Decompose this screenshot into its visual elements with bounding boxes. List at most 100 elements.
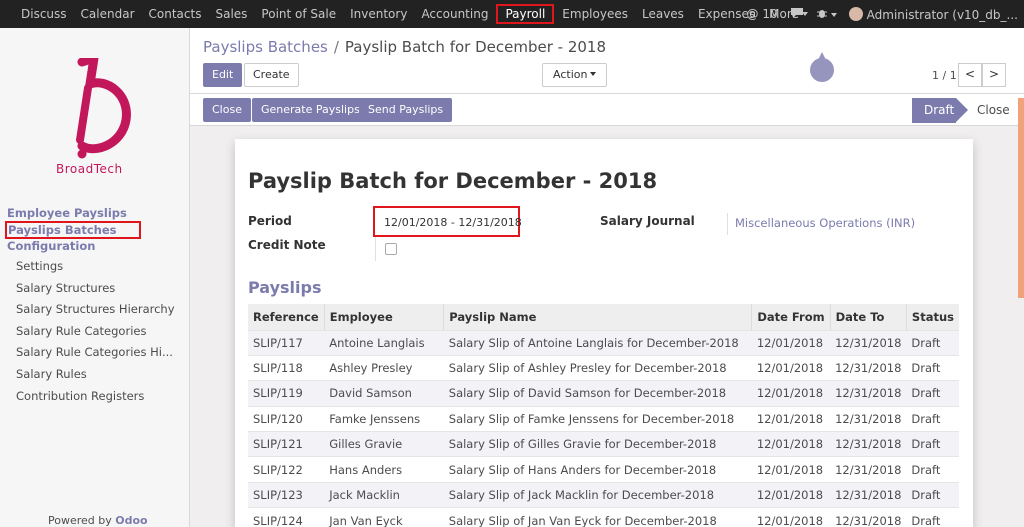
send-payslips-button[interactable]: Send Payslips <box>359 98 453 122</box>
powered-by: Powered by Odoo <box>48 514 148 527</box>
nav-discuss[interactable]: Discuss <box>14 0 74 28</box>
app-menu: Discuss Calendar Contacts Sales Point of… <box>0 0 815 28</box>
cell-date-to: 12/31/2018 <box>830 380 907 407</box>
col-employee[interactable]: Employee <box>324 304 445 330</box>
cell-reference: SLIP/121 <box>248 431 325 457</box>
avatar <box>848 6 863 21</box>
scrollbar[interactable] <box>1018 98 1024 298</box>
nav-contacts[interactable]: Contacts <box>142 0 209 28</box>
cell-payslip-name: Salary Slip of Antoine Langlais for Dece… <box>443 329 752 356</box>
pager-previous-button[interactable]: < <box>958 63 982 87</box>
cell-date-to: 12/31/2018 <box>830 329 907 356</box>
menu-payslips-batches[interactable]: Payslips Batches <box>5 221 141 239</box>
menu-employee-payslips[interactable]: Employee Payslips <box>7 206 127 220</box>
col-date-from[interactable]: Date From <box>751 304 831 330</box>
generate-payslips-button[interactable]: Generate Payslips <box>252 98 369 122</box>
table-header-row: Reference Employee Payslip Name Date Fro… <box>248 304 959 330</box>
menu-salary-rules[interactable]: Salary Rules <box>16 364 175 386</box>
table-row[interactable]: SLIP/120 Famke Jenssens Salary Slip of F… <box>248 405 959 432</box>
table-row[interactable]: SLIP/119 David Samson Salary Slip of Dav… <box>248 380 959 407</box>
table-row[interactable]: SLIP/118 Ashley Presley Salary Slip of A… <box>248 354 959 381</box>
period-field[interactable]: 12/01/2018 - 12/31/2018 <box>384 216 522 229</box>
nav-sales[interactable]: Sales <box>208 0 254 28</box>
nav-employees[interactable]: Employees <box>555 0 635 28</box>
menu-configuration[interactable]: Configuration <box>7 239 95 253</box>
col-payslip-name[interactable]: Payslip Name <box>443 304 753 330</box>
powered-by-text: Powered by <box>48 514 112 527</box>
edit-button[interactable]: Edit <box>203 63 243 87</box>
cell-reference: SLIP/119 <box>248 380 325 407</box>
configuration-submenu: Settings Salary Structures Salary Struct… <box>16 256 175 407</box>
cell-employee: Antoine Langlais <box>324 329 444 356</box>
divider <box>727 213 728 235</box>
pager-value: 1 / 1 <box>932 69 957 82</box>
cell-date-from: 12/01/2018 <box>751 405 831 432</box>
cell-date-from: 12/01/2018 <box>751 481 831 508</box>
nav-leaves[interactable]: Leaves <box>635 0 691 28</box>
cell-reference: SLIP/123 <box>248 481 325 508</box>
mentions-counter[interactable]: @ 10 <box>747 7 778 21</box>
chat-bubble-icon[interactable] <box>790 7 804 22</box>
action-dropdown[interactable]: Action <box>542 63 608 87</box>
nav-inventory[interactable]: Inventory <box>343 0 414 28</box>
cell-payslip-name: Salary Slip of Famke Jenssens for Decemb… <box>443 405 752 432</box>
table-row[interactable]: SLIP/117 Antoine Langlais Salary Slip of… <box>248 329 959 356</box>
bug-icon[interactable] <box>816 7 837 22</box>
cell-date-to: 12/31/2018 <box>830 507 907 527</box>
col-status[interactable]: Status <box>906 304 959 330</box>
col-date-to[interactable]: Date To <box>830 304 907 330</box>
cell-reference: SLIP/124 <box>248 507 325 527</box>
salary-journal-field[interactable]: Miscellaneous Operations (INR) <box>735 216 915 230</box>
cell-reference: SLIP/120 <box>248 405 325 432</box>
form-statusbar: Close Generate Payslips Send Payslips Dr… <box>190 94 1024 126</box>
cell-employee: David Samson <box>324 380 444 407</box>
cell-date-from: 12/01/2018 <box>751 380 831 407</box>
cell-date-from: 12/01/2018 <box>751 456 831 483</box>
credit-note-checkbox[interactable] <box>385 243 397 255</box>
cell-employee: Jan Van Eyck <box>324 507 444 527</box>
batch-title: Payslip Batch for December - 2018 <box>248 169 658 193</box>
credit-note-label: Credit Note <box>248 238 326 252</box>
nav-calendar[interactable]: Calendar <box>74 0 142 28</box>
menu-salary-rule-categories-hierarchy[interactable]: Salary Rule Categories Hi... <box>16 342 175 364</box>
pager-next-button[interactable]: > <box>982 63 1006 87</box>
stage-close[interactable]: Close <box>977 98 1010 123</box>
table-row[interactable]: SLIP/122 Hans Anders Salary Slip of Hans… <box>248 456 959 483</box>
cell-status: Draft <box>906 405 959 432</box>
breadcrumb-parent[interactable]: Payslips Batches <box>203 38 328 56</box>
cell-status: Draft <box>906 456 959 483</box>
breadcrumb-current: Payslip Batch for December - 2018 <box>344 38 606 56</box>
nav-accounting[interactable]: Accounting <box>414 0 495 28</box>
menu-settings[interactable]: Settings <box>16 256 175 278</box>
cell-status: Draft <box>906 507 959 527</box>
nav-point-of-sale[interactable]: Point of Sale <box>254 0 343 28</box>
payslips-table: Reference Employee Payslip Name Date Fro… <box>248 304 959 527</box>
menu-salary-rule-categories[interactable]: Salary Rule Categories <box>16 321 175 343</box>
cell-reference: SLIP/122 <box>248 456 325 483</box>
cell-date-from: 12/01/2018 <box>751 329 831 356</box>
menu-contribution-registers[interactable]: Contribution Registers <box>16 386 175 408</box>
close-batch-button[interactable]: Close <box>203 98 251 122</box>
systray: @ 10 Administrator (v10_db_... <box>747 0 1018 28</box>
cell-status: Draft <box>906 431 959 457</box>
control-panel: Payslips Batches / Payslip Batch for Decem… <box>190 28 1024 94</box>
col-reference[interactable]: Reference <box>248 304 325 330</box>
chevron-down-icon <box>830 12 837 17</box>
cell-payslip-name: Salary Slip of Jack Macklin for December… <box>443 481 752 508</box>
menu-salary-structures-hierarchy[interactable]: Salary Structures Hierarchy <box>16 299 175 321</box>
odoo-link[interactable]: Odoo <box>115 514 147 527</box>
cell-date-to: 12/31/2018 <box>830 456 907 483</box>
cell-date-to: 12/31/2018 <box>830 354 907 381</box>
table-row[interactable]: SLIP/121 Gilles Gravie Salary Slip of Gi… <box>248 431 959 457</box>
create-button[interactable]: Create <box>244 63 299 87</box>
cell-payslip-name: Salary Slip of Jan Van Eyck for December… <box>443 507 752 527</box>
table-row[interactable]: SLIP/124 Jan Van Eyck Salary Slip of Jan… <box>248 507 959 527</box>
nav-payroll[interactable]: Payroll <box>495 3 555 25</box>
menu-salary-structures[interactable]: Salary Structures <box>16 278 175 300</box>
table-row[interactable]: SLIP/123 Jack Macklin Salary Slip of Jac… <box>248 481 959 508</box>
cell-date-from: 12/01/2018 <box>751 507 831 527</box>
tooltip-bubble <box>810 52 834 82</box>
user-menu[interactable]: Administrator (v10_db_... <box>848 6 1018 22</box>
stage-draft: Draft <box>912 98 968 123</box>
company-logo <box>76 58 131 159</box>
